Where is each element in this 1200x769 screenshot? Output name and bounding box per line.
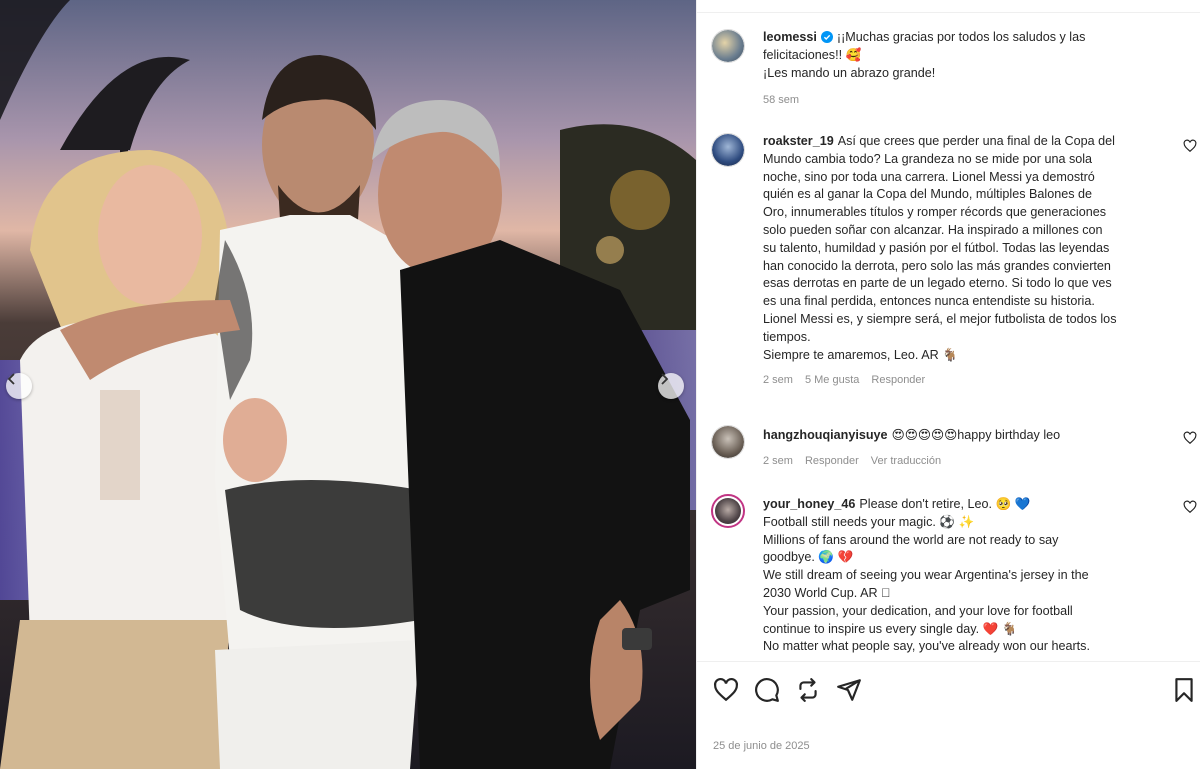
comment-username[interactable]: your_honey_46	[763, 497, 855, 511]
repost-icon[interactable]	[795, 677, 821, 703]
avatar[interactable]	[711, 29, 745, 63]
comment-text-line: We still dream of seeing you wear Argent…	[763, 568, 1089, 583]
bookmark-icon[interactable]	[1171, 677, 1197, 703]
comment-text-line: esas derrotas en parte de un legado eter…	[763, 276, 1112, 291]
see-translation-button[interactable]: Ver traducción	[871, 453, 941, 471]
post-actions-bar: 25 de junio de 2025	[697, 661, 1200, 769]
comment-text-line: Football still needs your magic. ⚽ ✨	[763, 514, 975, 529]
comment-text-line: 😍😍😍😍😍happy birthday leo	[891, 428, 1061, 442]
comment-timestamp: 2 sem	[763, 374, 793, 387]
reply-button[interactable]: Responder	[871, 372, 925, 390]
comment-text-line: su talento, humildad y pasión por el fút…	[763, 240, 1110, 255]
comment-text-line: Mundo cambia todo? La grandeza no se mid…	[763, 151, 1093, 166]
comment-text-line: 2030 World Cup. AR 🏻	[763, 585, 891, 600]
post-date: 25 de junio de 2025	[713, 740, 810, 752]
comment-text-line: Oro, innumerables títulos y romper récor…	[763, 205, 1107, 220]
comment-username[interactable]: leomessi	[763, 30, 817, 44]
comment-text-line: es una final perdida, entonces nunca ent…	[763, 294, 1095, 309]
carousel-next-button[interactable]	[658, 373, 684, 399]
comment-text-line: Your passion, your dedication, and your …	[763, 603, 1073, 618]
comment-text-line: No matter what people say, you've alread…	[763, 639, 1090, 654]
chevron-left-icon	[7, 373, 15, 385]
carousel-prev-button[interactable]	[6, 373, 32, 399]
comment-text-line: goodbye. 🌍 💔	[763, 550, 854, 565]
comment-text-line: Siempre te amaremos, Leo. AR 🐐	[763, 347, 958, 362]
comment-timestamp: 2 sem	[763, 454, 793, 467]
comment-timestamp: 58 sem	[763, 94, 800, 107]
comment-text-line: Lionel Messi es, y siempre será, el mejo…	[763, 311, 1117, 326]
avatar[interactable]	[711, 494, 745, 528]
send-icon[interactable]	[836, 677, 862, 703]
comment-icon[interactable]	[754, 677, 780, 703]
comment-text-line: continue to inspire us every single day.…	[763, 621, 1018, 636]
chevron-right-icon	[661, 373, 669, 385]
avatar[interactable]	[711, 133, 745, 167]
comment-text-line: Please don't retire, Leo. 🥺 💙	[859, 497, 1031, 511]
comments-panel: leomessi ¡¡Muchas gracias por todos los s…	[696, 0, 1200, 769]
comment-username[interactable]: roakster_19	[763, 134, 834, 148]
comment-text-line: tiempos.	[763, 329, 811, 344]
comment-text-line: noche, sino por toda una carrera. Lionel…	[763, 169, 1095, 184]
comment-text-line: ¡¡Muchas gracias por todos los saludos y…	[836, 30, 1086, 44]
heart-icon[interactable]	[1183, 139, 1197, 153]
heart-icon[interactable]	[713, 677, 739, 703]
reply-button[interactable]: Responder	[805, 453, 859, 471]
photo-illustration	[0, 0, 696, 769]
verified-badge-icon	[820, 31, 833, 43]
comment-text-line: quién es al ganar la Copa del Mundo, múl…	[763, 187, 1093, 202]
post-photo[interactable]	[0, 0, 696, 769]
comment-text-line: han conocido la derrota, pero solo las m…	[763, 258, 1111, 273]
comment-text-line: felicitaciones!! 🥰	[763, 47, 862, 62]
comments-list[interactable]: leomessi ¡¡Muchas gracias por todos los s…	[697, 13, 1200, 661]
comment-text-line: Así que crees que perder una final de la…	[837, 134, 1115, 148]
comment-text-line: Millions of fans around the world are no…	[763, 532, 1059, 547]
comment-text-line: solo pueden soñar con alcanzar. Ha inspi…	[763, 222, 1103, 237]
heart-icon[interactable]	[1183, 500, 1197, 514]
comment-username[interactable]: hangzhouqianyisuye	[763, 428, 888, 442]
comment-text-line: ¡Les mando un abrazo grande!	[763, 65, 936, 80]
avatar[interactable]	[711, 425, 745, 459]
likes-count-link[interactable]: 5 Me gusta	[805, 372, 859, 390]
heart-icon[interactable]	[1183, 431, 1197, 445]
